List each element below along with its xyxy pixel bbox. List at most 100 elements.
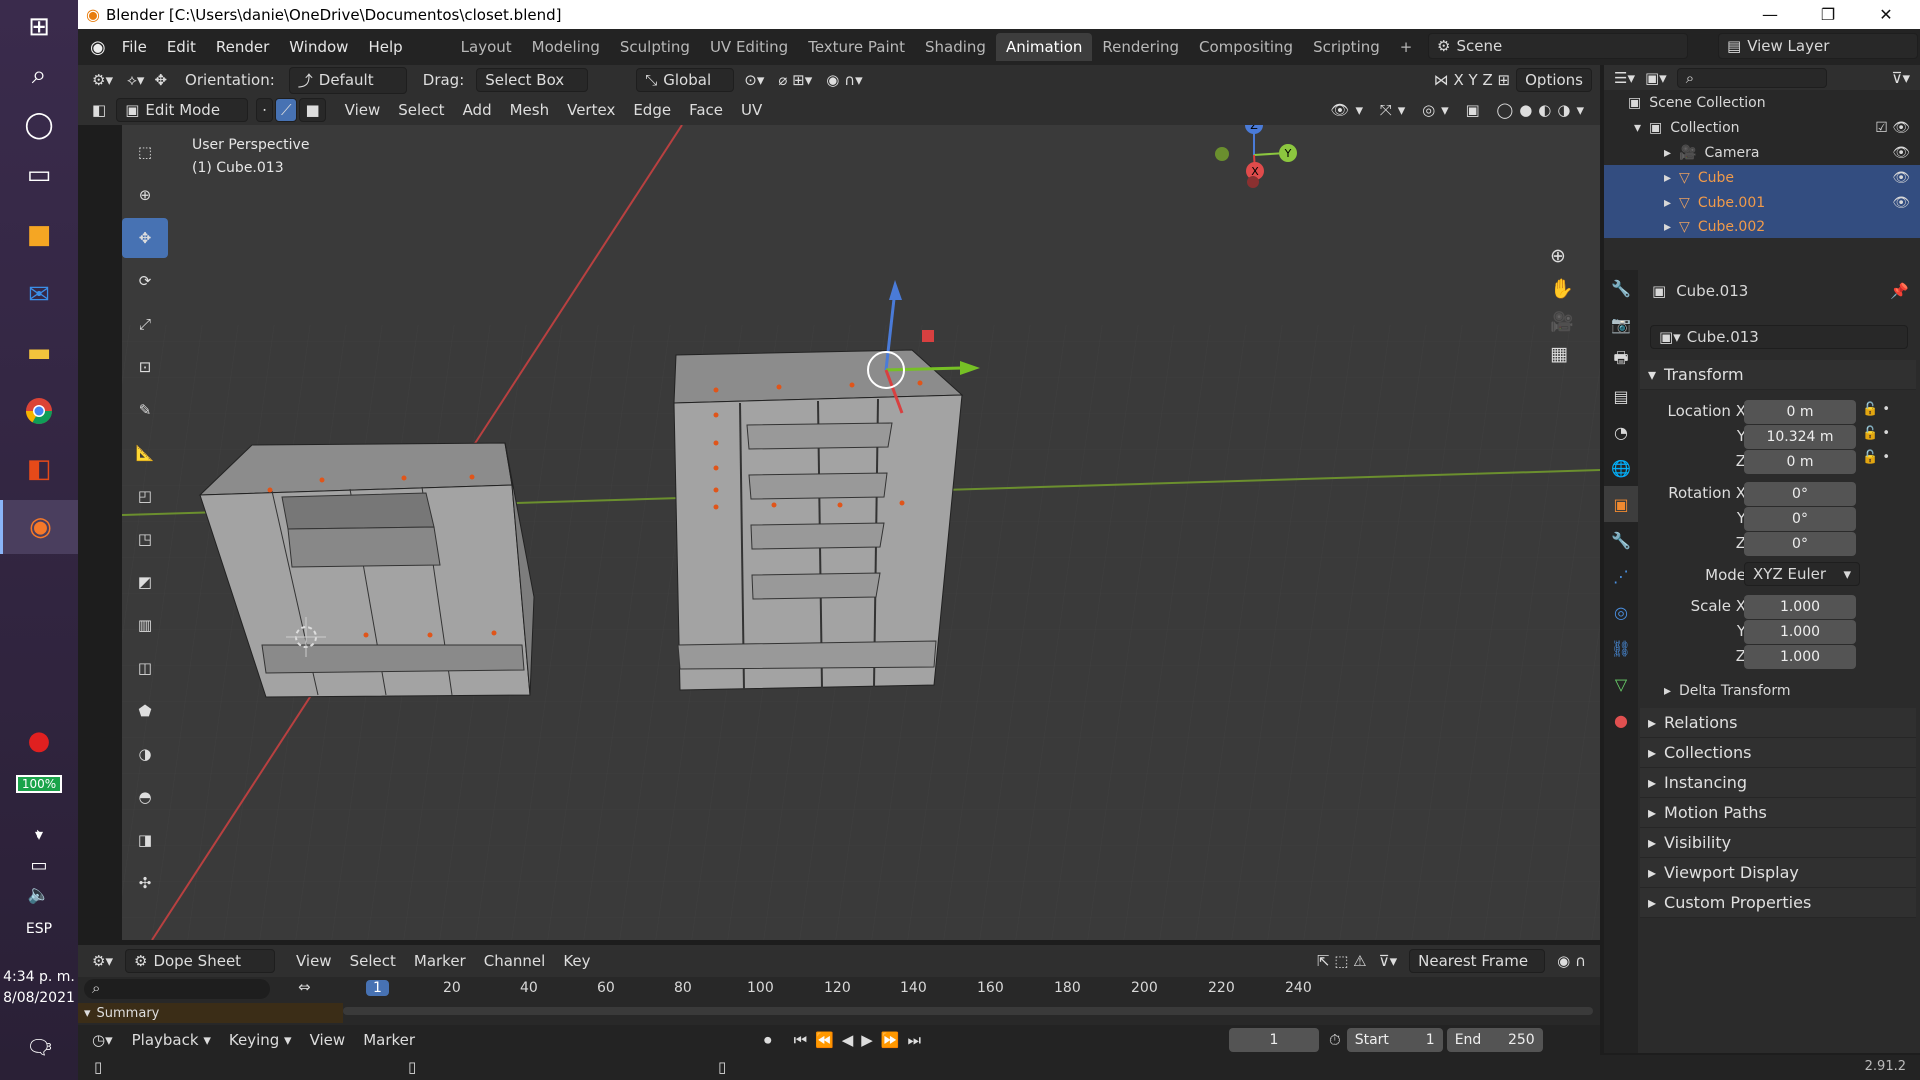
proportional-icon[interactable]: ◉ ∩ [1557, 952, 1586, 970]
orientation-dropdown[interactable]: ⤴ Default [288, 66, 407, 94]
annotate-tool-icon[interactable]: ✎ [122, 390, 168, 430]
location-z-field[interactable]: 0 m [1744, 450, 1856, 474]
tab-modeling[interactable]: Modeling [522, 33, 610, 61]
delta-transform-subpanel[interactable]: ▸ Delta Transform [1664, 683, 1790, 699]
menu-edge[interactable]: Edge [624, 99, 680, 121]
display-mode-icon[interactable]: ▣▾ [1645, 69, 1667, 87]
3d-viewport[interactable]: Z Y X User Perspective (1) Cube.013 ⊕ ✋ … [122, 125, 1600, 940]
expand-arrow-icon[interactable]: ▸ [1664, 219, 1671, 235]
blender-taskbar-icon[interactable]: ◉ [0, 500, 78, 554]
tl-marker-menu[interactable]: Marker [354, 1029, 424, 1051]
dope-sheet-editor-icon[interactable]: ⚙▾ [92, 952, 113, 970]
current-frame-field[interactable]: 1 [1229, 1028, 1319, 1052]
tab-animation[interactable]: Animation [995, 33, 1093, 61]
tab-rendering[interactable]: Rendering [1092, 33, 1189, 61]
menu-face[interactable]: Face [680, 99, 732, 121]
add-workspace-button[interactable]: + [1390, 33, 1423, 61]
menu-file[interactable]: File [112, 38, 157, 56]
visibility-eye-icon[interactable]: 👁 [1892, 195, 1910, 211]
pin-icon[interactable]: 📌 [1890, 282, 1909, 300]
custom-properties-panel-header[interactable]: ▸ Custom Properties [1640, 888, 1916, 918]
outliner-scene-collection[interactable]: ▣ Scene Collection [1604, 90, 1920, 115]
data-tab-icon[interactable]: ▽ [1604, 666, 1638, 702]
ds-search-input[interactable]: ⌕ [84, 979, 270, 999]
shrink-fatten-tool-icon[interactable]: ✣ [122, 863, 168, 903]
notification-icon[interactable]: 🗨 3 [0, 1020, 78, 1074]
scale-z-field[interactable]: 1.000 [1744, 645, 1856, 669]
playback-menu[interactable]: Playback ▾ [123, 1029, 220, 1051]
viewport-display-panel-header[interactable]: ▸ Viewport Display [1640, 858, 1916, 888]
tab-scripting[interactable]: Scripting [1303, 33, 1390, 61]
particles-tab-icon[interactable]: ⋰ [1604, 558, 1638, 594]
physics-tab-icon[interactable]: ◎ [1604, 594, 1638, 630]
transform-panel-header[interactable]: ▾ Transform [1640, 360, 1916, 390]
constraints-tab-icon[interactable]: ⛓ [1604, 630, 1638, 666]
lock-icon[interactable]: 🔓 • [1862, 426, 1890, 441]
office-icon[interactable]: ◧ [0, 442, 78, 496]
menu-uv[interactable]: UV [732, 99, 771, 121]
object-mode-icon[interactable]: ⟡▾ [127, 71, 144, 89]
outliner-search-input[interactable]: ⌕ [1676, 67, 1827, 88]
world-tab-icon[interactable]: 🌐 [1604, 450, 1638, 486]
tab-sculpting[interactable]: Sculpting [610, 33, 700, 61]
expand-arrow-icon[interactable]: ▸ [1664, 145, 1671, 161]
rotation-x-field[interactable]: 0° [1744, 482, 1856, 506]
object-tab-icon[interactable]: ▣ [1604, 486, 1638, 522]
editor-type-icon[interactable]: ⚙▾ [92, 71, 113, 89]
store-icon[interactable]: ■ [0, 208, 78, 262]
output-tab-icon[interactable]: 🖶 [1604, 342, 1638, 378]
view-layer-tab-icon[interactable]: ▤ [1604, 378, 1638, 414]
end-frame-field[interactable]: End 250 [1446, 1028, 1543, 1052]
right-closet-mesh[interactable] [673, 349, 964, 691]
clock-time[interactable]: 4:34 p. m. [0, 969, 78, 985]
material-tab-icon[interactable]: ● [1604, 702, 1638, 738]
proportional-edit-icon[interactable]: ◉ ∩▾ [826, 71, 862, 89]
face-select-icon[interactable]: ■ [299, 98, 326, 122]
vertex-select-icon[interactable]: ⋅ [256, 98, 273, 122]
ds-menu-key[interactable]: Key [554, 950, 599, 972]
move-icon[interactable]: ✥ [154, 71, 167, 89]
cortana-icon[interactable]: ◯ [0, 98, 78, 152]
search-icon[interactable]: ⌕ [0, 48, 78, 102]
viewport-shading-icons[interactable]: 👁▾ ⤧▾ ◎▾ ▣ ◯●◐◑▾ [1330, 101, 1590, 119]
scale-tool-icon[interactable]: ⤢ [122, 304, 168, 344]
view-layer-selector[interactable]: ▤ View Layer [1718, 33, 1918, 59]
dope-sheet-mode-dropdown[interactable]: ⚙ Dope Sheet [124, 949, 275, 973]
tab-layout[interactable]: Layout [451, 33, 522, 61]
ds-menu-channel[interactable]: Channel [475, 950, 555, 972]
stopwatch-icon[interactable]: ⏱ [1329, 1031, 1341, 1049]
visibility-eye-icon[interactable]: 👁 [1892, 145, 1910, 161]
tab-texture-paint[interactable]: Texture Paint [798, 33, 915, 61]
location-y-field[interactable]: 10.324 m [1744, 425, 1856, 449]
restore-button[interactable]: ❐ [1799, 0, 1857, 29]
only-selected-icon[interactable]: ⇱ ⬚ ⚠ [1317, 952, 1367, 970]
timeline-editor-icon[interactable]: ◷▾ [92, 1031, 113, 1049]
ds-filter-icon[interactable]: ⊽▾ [1379, 952, 1398, 970]
object-name-field[interactable]: ▣▾ Cube.013 [1650, 325, 1908, 349]
select-box-tool-icon[interactable]: ⬚ [122, 132, 168, 172]
scene-tab-icon[interactable]: ◔ [1604, 414, 1638, 450]
rotation-z-field[interactable]: 0° [1744, 532, 1856, 556]
menu-render[interactable]: Render [206, 38, 279, 56]
location-x-field[interactable]: 0 m [1744, 400, 1856, 424]
mirror-axes-icon[interactable]: ⋈ X Y Z ⊞ [1434, 71, 1510, 89]
spin-tool-icon[interactable]: ◑ [122, 734, 168, 774]
tool-tab-icon[interactable]: 🔧 [1604, 270, 1638, 306]
inset-tool-icon[interactable]: ◳ [122, 519, 168, 559]
motion-paths-panel-header[interactable]: ▸ Motion Paths [1640, 798, 1916, 828]
scale-x-field[interactable]: 1.000 [1744, 595, 1856, 619]
outliner-editor-icon[interactable]: ☰▾ [1614, 69, 1635, 87]
edge-select-icon[interactable]: ⟋ [274, 98, 298, 122]
keying-menu[interactable]: Keying ▾ [220, 1029, 301, 1051]
tl-view-menu[interactable]: View [301, 1029, 355, 1051]
start-frame-field[interactable]: Start 1 [1346, 1028, 1443, 1052]
lock-icon[interactable]: 🔓 • [1862, 402, 1890, 417]
knife-tool-icon[interactable]: ◫ [122, 648, 168, 688]
ds-menu-marker[interactable]: Marker [405, 950, 475, 972]
swap-icon[interactable]: ⇔ [298, 978, 311, 996]
timeline-scrollbar[interactable] [343, 1007, 1593, 1015]
tab-uv-editing[interactable]: UV Editing [700, 33, 798, 61]
snap-mode-dropdown[interactable]: Nearest Frame [1409, 949, 1546, 973]
perspective-grid-icon[interactable]: ▦ [1550, 343, 1574, 365]
expand-arrow-icon[interactable]: ▸ [1664, 170, 1671, 186]
